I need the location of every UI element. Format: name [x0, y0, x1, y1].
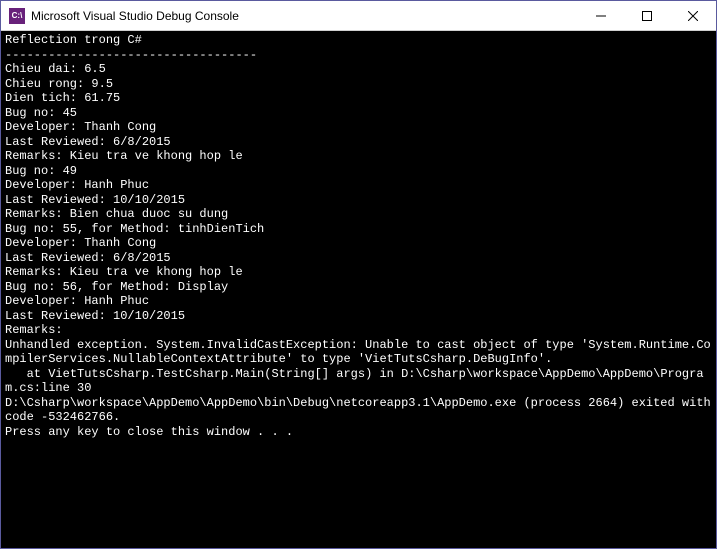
console-line: Dien tich: 61.75 [5, 91, 712, 106]
app-icon: C:\ [9, 8, 25, 24]
maximize-icon [642, 11, 652, 21]
console-line: Reflection trong C# [5, 33, 712, 48]
console-line: Remarks: Kieu tra ve khong hop le [5, 149, 712, 164]
console-line: at VietTutsCsharp.TestCsharp.Main(String… [5, 367, 712, 396]
console-line: Last Reviewed: 6/8/2015 [5, 251, 712, 266]
console-line: Bug no: 45 [5, 106, 712, 121]
maximize-button[interactable] [624, 1, 670, 30]
console-line: Remarks: Bien chua duoc su dung [5, 207, 712, 222]
minimize-icon [596, 11, 606, 21]
console-output[interactable]: Reflection trong C#---------------------… [1, 31, 716, 548]
console-line: Developer: Hanh Phuc [5, 178, 712, 193]
console-line: Last Reviewed: 10/10/2015 [5, 309, 712, 324]
console-line: Chieu dai: 6.5 [5, 62, 712, 77]
window-title: Microsoft Visual Studio Debug Console [31, 9, 578, 23]
minimize-button[interactable] [578, 1, 624, 30]
window-controls [578, 1, 716, 30]
console-line: Bug no: 56, for Method: Display [5, 280, 712, 295]
console-line: Unhandled exception. System.InvalidCastE… [5, 338, 712, 367]
console-line: Developer: Thanh Cong [5, 236, 712, 251]
close-icon [688, 11, 698, 21]
window: C:\ Microsoft Visual Studio Debug Consol… [0, 0, 717, 549]
console-line: Bug no: 49 [5, 164, 712, 179]
console-line: Press any key to close this window . . . [5, 425, 712, 440]
close-button[interactable] [670, 1, 716, 30]
titlebar: C:\ Microsoft Visual Studio Debug Consol… [1, 1, 716, 31]
console-line: Developer: Hanh Phuc [5, 294, 712, 309]
console-line: Remarks: Kieu tra ve khong hop le [5, 265, 712, 280]
console-line: Last Reviewed: 10/10/2015 [5, 193, 712, 208]
console-line: Remarks: [5, 323, 712, 338]
console-line: ----------------------------------- [5, 48, 712, 63]
console-line: D:\Csharp\workspace\AppDemo\AppDemo\bin\… [5, 396, 712, 425]
console-line: Developer: Thanh Cong [5, 120, 712, 135]
console-line: Chieu rong: 9.5 [5, 77, 712, 92]
console-line: Bug no: 55, for Method: tinhDienTich [5, 222, 712, 237]
console-line: Last Reviewed: 6/8/2015 [5, 135, 712, 150]
